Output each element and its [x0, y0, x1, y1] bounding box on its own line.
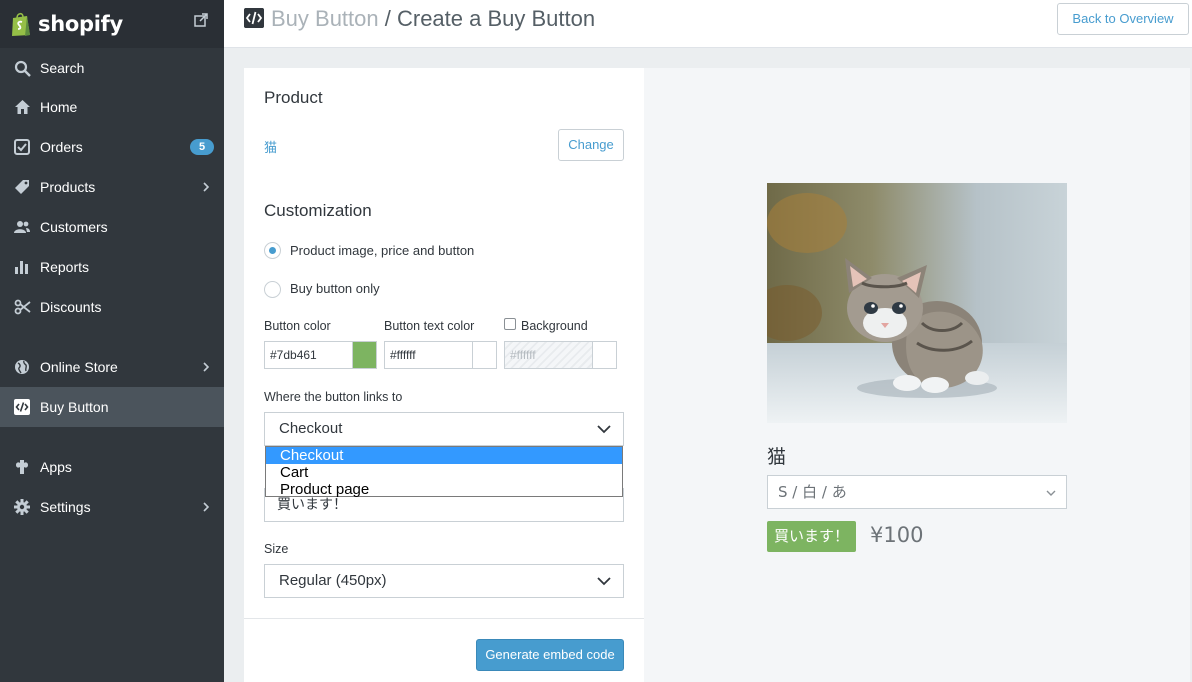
- button-text-color-swatch[interactable]: [472, 341, 497, 369]
- preview-price: ¥100: [870, 523, 924, 547]
- link-destination-value: Checkout: [279, 420, 343, 437]
- dropdown-option-checkout[interactable]: Checkout: [266, 447, 622, 464]
- sidebar-item-orders[interactable]: Orders 5: [0, 127, 224, 167]
- preview-buy-button[interactable]: 買います！: [767, 521, 856, 552]
- sidebar-item-label: Home: [40, 99, 78, 115]
- background-color-swatch: [592, 341, 617, 369]
- button-color-swatch[interactable]: [352, 341, 377, 369]
- sidebar-item-label: Customers: [40, 219, 108, 235]
- preview-variant-value: S / 白 / あ: [778, 483, 847, 501]
- chevron-down-icon: [597, 425, 611, 434]
- orders-count-badge: 5: [190, 139, 214, 155]
- size-select[interactable]: Regular (450px): [264, 564, 624, 598]
- orders-icon: [13, 138, 31, 156]
- button-text-value: 買います！: [277, 497, 347, 513]
- chevron-right-icon: [203, 182, 210, 192]
- preview-variant-select[interactable]: S / 白 / あ: [767, 475, 1067, 509]
- sidebar-item-label: Online Store: [40, 359, 118, 375]
- external-link-icon[interactable]: [194, 13, 208, 27]
- customers-icon: [13, 218, 31, 236]
- product-image: [767, 183, 1067, 423]
- sidebar-item-label: Apps: [40, 459, 72, 475]
- button-text-color-label: Button text color: [384, 319, 475, 333]
- layout-full-radio[interactable]: [264, 242, 281, 259]
- shopify-bag-icon: [12, 12, 30, 36]
- search-icon: [13, 59, 31, 77]
- chevron-right-icon: [203, 502, 210, 512]
- product-name-link[interactable]: 猫: [264, 137, 277, 156]
- home-icon: [13, 98, 31, 116]
- breadcrumb-separator: /: [378, 6, 397, 31]
- code-icon: [13, 398, 31, 416]
- button-color-input[interactable]: #7db461: [264, 341, 353, 369]
- sidebar-item-label: Settings: [40, 499, 91, 515]
- sidebar: shopify Search Home Orders 5 Products Cu…: [0, 0, 224, 682]
- discounts-icon: [13, 298, 31, 316]
- sidebar-item-reports[interactable]: Reports: [0, 247, 224, 287]
- brand-bar: shopify: [0, 0, 224, 48]
- buy-button-code-icon: [244, 8, 264, 28]
- breadcrumb-parent-link[interactable]: Buy Button: [271, 6, 379, 31]
- sidebar-item-label: Reports: [40, 259, 90, 275]
- generate-embed-code-button[interactable]: Generate embed code: [476, 639, 624, 671]
- tag-icon: [13, 178, 31, 196]
- product-heading: Product: [264, 88, 323, 107]
- sidebar-item-apps[interactable]: Apps: [0, 447, 224, 487]
- sidebar-item-home[interactable]: Home: [0, 87, 224, 127]
- button-color-label: Button color: [264, 319, 331, 333]
- sidebar-item-label: Products: [40, 179, 96, 195]
- change-product-button[interactable]: Change: [558, 129, 624, 161]
- sidebar-item-label: Orders: [40, 139, 83, 155]
- back-to-overview-button[interactable]: Back to Overview: [1057, 3, 1189, 35]
- chevron-down-icon: [597, 577, 611, 586]
- sidebar-item-label: Search: [40, 60, 85, 76]
- button-text-color-input[interactable]: #ffffff: [384, 341, 473, 369]
- page-header: Buy Button / Create a Buy Button Back to…: [224, 0, 1192, 48]
- sidebar-item-search[interactable]: Search: [0, 48, 224, 88]
- sidebar-item-buy-button[interactable]: Buy Button: [0, 387, 224, 427]
- dropdown-option-product-page[interactable]: Product page: [266, 481, 622, 498]
- apps-icon: [13, 458, 31, 476]
- reports-icon: [13, 258, 31, 276]
- size-label: Size: [264, 542, 289, 556]
- sidebar-item-customers[interactable]: Customers: [0, 207, 224, 247]
- size-value: Regular (450px): [279, 572, 387, 589]
- sidebar-item-discounts[interactable]: Discounts: [0, 287, 224, 327]
- customization-heading: Customization: [264, 201, 372, 220]
- layout-button-only-radio[interactable]: [264, 281, 281, 298]
- sidebar-item-settings[interactable]: Settings: [0, 487, 224, 527]
- globe-icon: [13, 358, 31, 376]
- link-destination-dropdown[interactable]: Checkout Cart Product page: [265, 446, 623, 498]
- sidebar-item-online-store[interactable]: Online Store: [0, 347, 224, 387]
- gear-icon: [13, 498, 31, 516]
- breadcrumb: Buy Button / Create a Buy Button: [271, 6, 595, 32]
- sidebar-item-label: Discounts: [40, 299, 102, 315]
- panel-divider: [244, 618, 644, 619]
- dropdown-option-cart[interactable]: Cart: [266, 464, 622, 481]
- preview-product-title: 猫: [767, 446, 787, 468]
- page-title: Create a Buy Button: [396, 6, 596, 31]
- brand-name[interactable]: shopify: [38, 12, 123, 36]
- link-destination-select[interactable]: Checkout: [264, 412, 624, 446]
- link-destination-label: Where the button links to: [264, 390, 403, 404]
- layout-button-only-label: Buy button only: [290, 281, 380, 296]
- chevron-down-icon: [1046, 490, 1056, 496]
- background-color-input: #ffffff: [504, 341, 593, 369]
- background-label: Background: [521, 319, 588, 333]
- sidebar-item-products[interactable]: Products: [0, 167, 224, 207]
- chevron-right-icon: [203, 362, 210, 372]
- background-checkbox[interactable]: [504, 318, 516, 330]
- layout-full-label: Product image, price and button: [290, 243, 475, 258]
- sidebar-item-label: Buy Button: [40, 399, 109, 415]
